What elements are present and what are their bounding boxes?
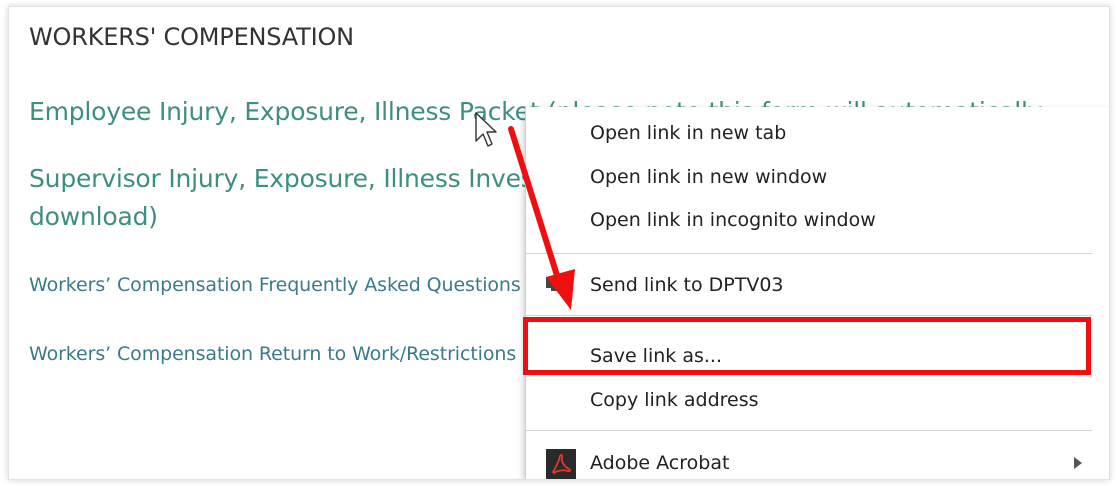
menu-separator bbox=[526, 430, 1092, 431]
menu-adobe-acrobat-label: Adobe Acrobat bbox=[590, 452, 730, 474]
faq-link[interactable]: Workers’ Compensation Frequently Asked Q… bbox=[29, 274, 521, 296]
menu-copy-link-address-label: Copy link address bbox=[590, 389, 759, 411]
menu-send-link-label: Send link to DPTV03 bbox=[590, 274, 784, 296]
menu-separator bbox=[526, 253, 1092, 254]
menu-open-incognito-label: Open link in incognito window bbox=[590, 209, 876, 231]
menu-separator bbox=[526, 315, 1092, 316]
submenu-arrow-icon bbox=[1074, 457, 1082, 469]
menu-adobe-acrobat[interactable]: Adobe Acrobat bbox=[526, 443, 1109, 479]
return-to-work-link[interactable]: Workers’ Compensation Return to Work/Res… bbox=[29, 343, 516, 365]
menu-copy-link-address[interactable]: Copy link address bbox=[526, 380, 1109, 420]
menu-open-new-window[interactable]: Open link in new window bbox=[526, 157, 1109, 197]
adobe-acrobat-icon bbox=[546, 449, 576, 479]
menu-open-incognito[interactable]: Open link in incognito window bbox=[526, 200, 1109, 240]
save-link-highlight-box bbox=[523, 317, 1091, 375]
screenshot-frame: WORKERS' COMPENSATION Employee Injury, E… bbox=[8, 6, 1110, 480]
menu-open-new-tab[interactable]: Open link in new tab bbox=[526, 113, 1109, 153]
section-heading: WORKERS' COMPENSATION bbox=[29, 23, 354, 51]
menu-open-new-tab-label: Open link in new tab bbox=[590, 122, 787, 144]
send-to-device-icon bbox=[546, 277, 562, 291]
menu-open-new-window-label: Open link in new window bbox=[590, 166, 828, 188]
menu-send-link[interactable]: Send link to DPTV03 bbox=[526, 265, 1109, 305]
context-menu: Open link in new tab Open link in new wi… bbox=[525, 107, 1109, 479]
supervisor-report-link-cont[interactable]: download) bbox=[29, 198, 158, 236]
